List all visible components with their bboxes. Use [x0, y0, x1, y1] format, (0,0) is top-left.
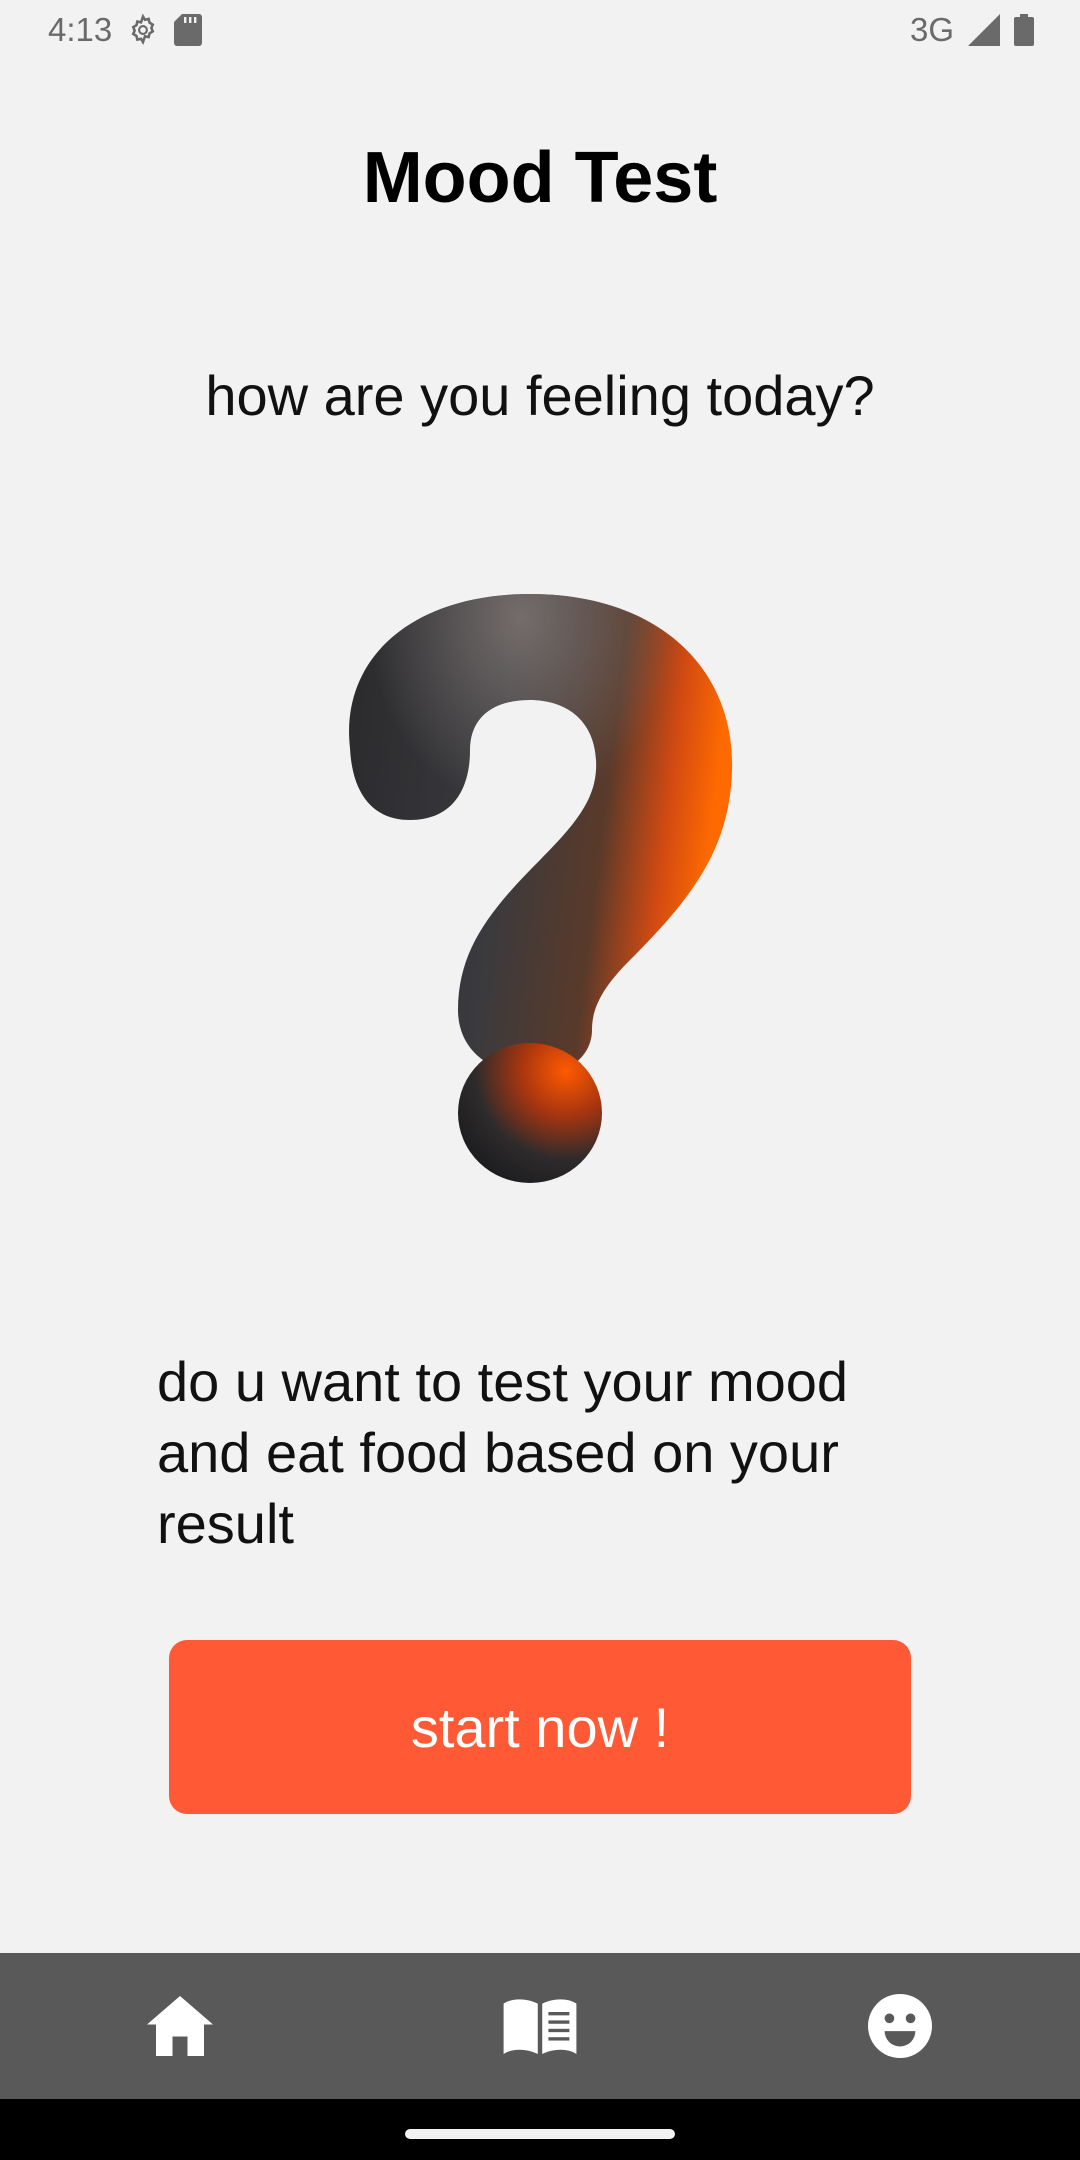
sd-card-icon [174, 14, 203, 46]
book-icon [503, 1998, 577, 2054]
start-now-button[interactable]: start now ! [169, 1640, 911, 1814]
status-bar-left: 4:13 [48, 11, 203, 49]
nav-item-book[interactable] [440, 1953, 640, 2099]
cell-signal-icon [968, 14, 1000, 46]
network-type: 3G [909, 11, 954, 48]
settings-gear-icon [126, 13, 160, 47]
home-gesture-handle[interactable] [405, 2129, 675, 2139]
status-bar-right: 3G [910, 11, 1034, 49]
nav-item-mood[interactable] [800, 1953, 1000, 2099]
nav-item-home[interactable] [80, 1953, 280, 2099]
question-mark-icon [330, 580, 750, 1200]
smiley-face-icon [868, 1994, 932, 2058]
status-bar: 4:13 3G [0, 0, 1080, 60]
system-navigation-bar [0, 2099, 1080, 2160]
bottom-navigation [0, 1953, 1080, 2099]
mood-test-description: do u want to test your mood and eat food… [157, 1350, 849, 1555]
battery-icon [1014, 14, 1034, 46]
mood-question: how are you feeling today? [205, 364, 875, 427]
page-title: Mood Test [362, 138, 718, 218]
status-time: 4:13 [48, 11, 113, 48]
home-icon [147, 1996, 213, 2056]
